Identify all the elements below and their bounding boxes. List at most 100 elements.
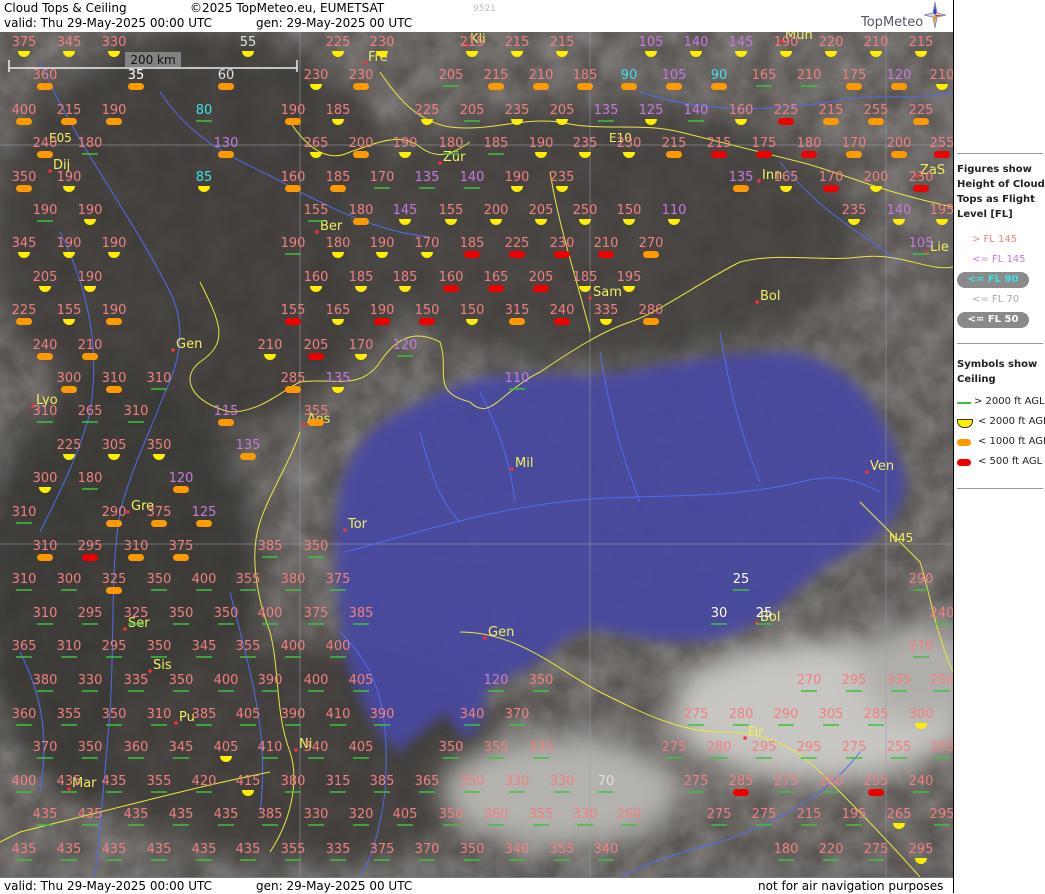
- scale-bar-label: 200 km: [130, 53, 175, 67]
- cloud-top-value: 295: [102, 639, 127, 654]
- cloud-top-value: 205: [550, 103, 575, 118]
- cloud-top-value: 180: [78, 136, 103, 151]
- ceiling-1000ft-symbol: [666, 83, 682, 90]
- cloud-top-cell: 90: [621, 68, 637, 90]
- ceiling-1000ft-symbol: [106, 587, 122, 594]
- ceiling-500ft-symbol: [374, 318, 390, 325]
- grid-label-n45: N45: [889, 531, 913, 545]
- cloud-top-value: 400: [326, 639, 351, 654]
- cloud-top-value: 350: [102, 707, 127, 722]
- ceiling-1000ft-symbol: [218, 419, 234, 426]
- city-label: Tor: [347, 517, 368, 532]
- city-dot-icon: [126, 510, 130, 514]
- cloud-top-value: 235: [573, 136, 598, 151]
- cloud-top-value: 240: [33, 136, 58, 151]
- cloud-top-value: 370: [415, 842, 440, 857]
- cloud-top-value: 225: [505, 236, 530, 251]
- ceiling-500ft-symbol: [533, 285, 549, 292]
- ceiling-1000ft-symbol: [643, 251, 659, 258]
- cloud-top-value: 200: [484, 203, 509, 218]
- cloud-top-value: 190: [529, 136, 554, 151]
- cloud-top-value: 230: [909, 170, 934, 185]
- ceiling-500ft-symbol: [554, 318, 570, 325]
- ceiling-1000ft-symbol: [173, 486, 189, 493]
- cloud-top-value: 330: [505, 774, 530, 789]
- legend-fl-item: <= FL 70: [972, 294, 1020, 305]
- cloud-top-value: 270: [797, 673, 822, 688]
- ceiling-1000ft-symbol: [285, 386, 301, 393]
- cloud-top-value: 360: [12, 707, 37, 722]
- generated-time: gen: 29-May-2025 00 UTC: [256, 16, 413, 30]
- cloud-top-value: 205: [529, 203, 554, 218]
- cloud-top-value: 225: [12, 303, 37, 318]
- ceiling-1000ft-symbol: [621, 83, 637, 90]
- cloud-top-value: 195: [617, 270, 642, 285]
- cloud-top-value: 240: [930, 606, 953, 621]
- cloud-top-value: 340: [505, 842, 530, 857]
- cloud-top-value: 210: [797, 68, 822, 83]
- cloud-top-value: 345: [169, 740, 194, 755]
- cloud-top-value: 215: [819, 103, 844, 118]
- cloud-top-value: 355: [281, 842, 306, 857]
- cloud-top-value: 345: [57, 35, 82, 50]
- cloud-top-value: 225: [326, 35, 351, 50]
- ceiling-1000ft-symbol: [37, 151, 53, 158]
- ceiling-1000ft-symbol: [82, 353, 98, 360]
- cloud-top-value: 375: [326, 572, 351, 587]
- ceiling-1000ft-symbol: [16, 318, 32, 325]
- cloud-top-value: 280: [707, 740, 732, 755]
- cloud-top-value: 400: [12, 774, 37, 789]
- cloud-top-value: 260: [617, 807, 642, 822]
- cloud-top-value: 190: [33, 203, 58, 218]
- cloud-top-value: 30: [711, 606, 728, 621]
- cloud-top-value: 330: [550, 774, 575, 789]
- cloud-top-value: 215: [57, 103, 82, 118]
- cloud-top-value: 355: [57, 707, 82, 722]
- cloud-top-value: 375: [12, 35, 37, 50]
- cloud-top-value: 90: [711, 68, 728, 83]
- cloud-top-value: 350: [12, 170, 37, 185]
- cloud-top-value: 345: [12, 236, 37, 251]
- cloud-top-value: 165: [752, 68, 777, 83]
- cloud-top-value: 405: [349, 673, 374, 688]
- cloud-top-value: 280: [639, 303, 664, 318]
- ceiling-500ft-symbol: [285, 318, 301, 325]
- cloud-top-value: 120: [484, 673, 509, 688]
- cloud-top-value: 190: [57, 170, 82, 185]
- cloud-top-value: 150: [460, 303, 485, 318]
- cloud-top-value: 225: [415, 103, 440, 118]
- cloud-top-value: 310: [147, 707, 172, 722]
- cloud-top-value: 325: [102, 572, 127, 587]
- cloud-top-value: 275: [752, 807, 777, 822]
- cloud-top-value: 215: [460, 35, 485, 50]
- legend-figures-line: Figures show: [957, 164, 1032, 175]
- cloud-top-value: 185: [326, 170, 351, 185]
- cloud-top-value: 190: [57, 236, 82, 251]
- cloud-top-value: 290: [102, 505, 127, 520]
- cloud-top-value: 310: [12, 505, 37, 520]
- cloud-top-value: 190: [774, 35, 799, 50]
- cloud-top-value: 350: [214, 606, 239, 621]
- cloud-top-value: 205: [460, 103, 485, 118]
- city-dot-icon: [171, 348, 175, 352]
- cloud-top-value: 310: [33, 404, 58, 419]
- cloud-top-value: 270: [909, 639, 934, 654]
- ceiling-1000ft-symbol: [353, 151, 369, 158]
- cloud-top-value: 350: [78, 740, 103, 755]
- cloud-top-value: 150: [415, 303, 440, 318]
- cloud-top-value: 125: [192, 505, 217, 520]
- ceiling-500ft-symbol: [778, 118, 794, 125]
- cloud-top-value: 330: [78, 673, 103, 688]
- cloud-top-value: 230: [349, 68, 374, 83]
- city-marker: Gen: [171, 337, 202, 352]
- city-label: Sis: [153, 658, 172, 673]
- cloud-top-value: 390: [258, 673, 283, 688]
- image-code: 9521: [473, 4, 496, 14]
- cloud-top-value: 225: [57, 438, 82, 453]
- legend-fl-item: <= FL 50: [957, 312, 1029, 328]
- cloud-top-value: 285: [729, 774, 754, 789]
- cloud-top-cell: 60: [218, 68, 234, 90]
- cloud-top-value: 355: [550, 842, 575, 857]
- cloud-top-value: 310: [12, 572, 37, 587]
- city-dot-icon: [743, 736, 747, 740]
